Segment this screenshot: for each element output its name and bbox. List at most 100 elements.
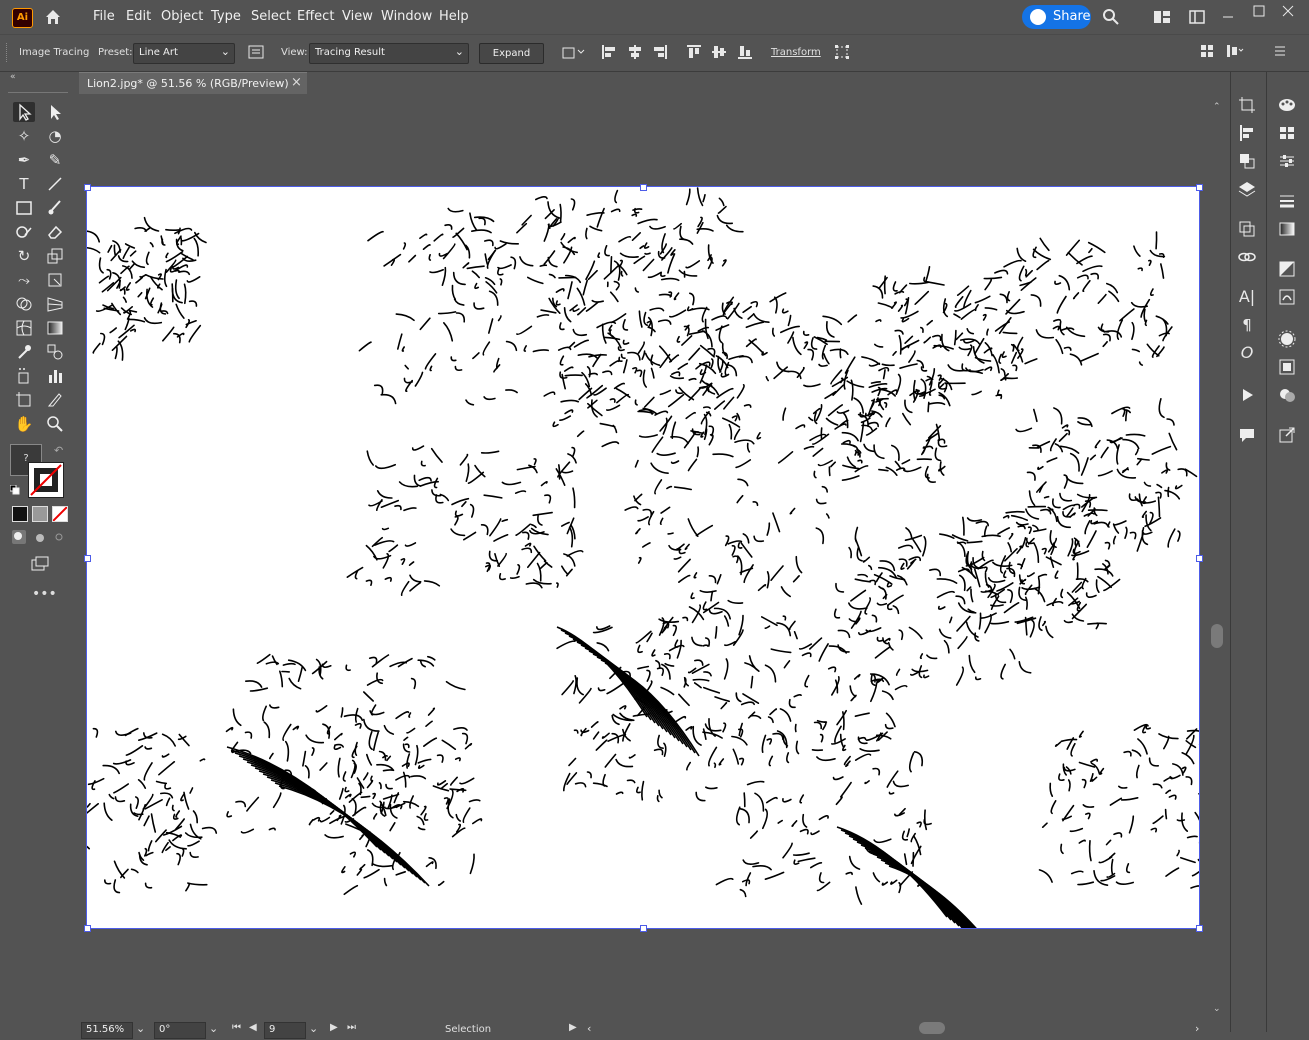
scroll-left-icon[interactable]: ‹ bbox=[587, 1022, 591, 1035]
previous-artboard-icon[interactable]: ◀ bbox=[249, 1022, 257, 1033]
gradient-tool-icon[interactable] bbox=[44, 318, 66, 338]
scale-tool-icon[interactable] bbox=[44, 246, 66, 266]
preset-dropdown[interactable]: Line Art ⌄ bbox=[133, 43, 235, 64]
selection-handle[interactable] bbox=[84, 555, 91, 562]
width-tool-icon[interactable]: ⤳ bbox=[13, 270, 35, 290]
rectangle-tool-icon[interactable] bbox=[13, 198, 35, 218]
paintbrush-tool-icon[interactable] bbox=[44, 198, 66, 218]
selection-handle[interactable] bbox=[1196, 925, 1203, 932]
slice-tool-icon[interactable] bbox=[44, 390, 66, 410]
menu-effect[interactable]: Effect bbox=[297, 9, 334, 24]
menu-select[interactable]: Select bbox=[251, 9, 291, 24]
view-dropdown[interactable]: Tracing Result ⌄ bbox=[309, 43, 469, 64]
artboard[interactable] bbox=[86, 186, 1200, 929]
symbols-panel-icon[interactable] bbox=[1277, 386, 1297, 404]
document-tab[interactable]: Lion2.jpg* @ 51.56 % (RGB/Preview) × bbox=[79, 72, 307, 95]
arrange-documents-icon[interactable] bbox=[1153, 10, 1171, 24]
artboard-number-field[interactable]: 9 bbox=[264, 1022, 306, 1039]
vertical-scrollbar[interactable]: ⌃ ⌄ bbox=[1210, 100, 1224, 1020]
artboards-panel-icon[interactable] bbox=[1237, 96, 1257, 114]
shaper-tool-icon[interactable] bbox=[13, 222, 35, 242]
symbol-sprayer-tool-icon[interactable] bbox=[13, 366, 35, 386]
free-transform-tool-icon[interactable] bbox=[44, 270, 66, 290]
workspace-icon[interactable] bbox=[1189, 10, 1205, 24]
hand-tool-icon[interactable]: ✋ bbox=[13, 414, 35, 434]
comments-panel-icon[interactable] bbox=[1237, 426, 1257, 444]
swap-fill-stroke-icon[interactable]: ↶ bbox=[54, 444, 63, 457]
opentype-panel-icon[interactable]: O bbox=[1237, 344, 1257, 362]
links-panel-icon[interactable] bbox=[1237, 248, 1257, 266]
graphic-styles-panel-icon[interactable] bbox=[1277, 358, 1297, 376]
selection-handle[interactable] bbox=[1196, 184, 1203, 191]
pathfinder-panel-icon[interactable] bbox=[1237, 152, 1257, 170]
close-tab-icon[interactable]: × bbox=[291, 75, 302, 90]
gradient-mode-icon[interactable] bbox=[32, 506, 48, 522]
eyedropper-tool-icon[interactable] bbox=[13, 342, 35, 362]
scroll-up-icon[interactable]: ⌃ bbox=[1213, 102, 1221, 112]
color-guide-panel-icon[interactable] bbox=[1277, 96, 1297, 114]
align-right-icon[interactable] bbox=[652, 44, 668, 60]
scroll-right-icon[interactable]: › bbox=[1195, 1022, 1199, 1035]
screen-mode-icon[interactable] bbox=[30, 556, 50, 572]
eraser-tool-icon[interactable] bbox=[44, 222, 66, 242]
align-center-icon[interactable] bbox=[627, 44, 643, 60]
selection-tool-icon[interactable] bbox=[13, 102, 35, 122]
default-colors-icon[interactable] bbox=[9, 484, 20, 495]
tracing-panel-icon[interactable] bbox=[248, 44, 264, 60]
align-panel-icon[interactable] bbox=[1237, 124, 1257, 142]
color-mode-icon[interactable] bbox=[12, 506, 28, 522]
swatches-panel-icon[interactable] bbox=[1277, 124, 1297, 142]
transform-panel-icon[interactable] bbox=[1237, 220, 1257, 238]
stroke-swatch[interactable] bbox=[28, 462, 64, 498]
image-tracing-panel-link[interactable]: Image Tracing bbox=[19, 47, 89, 58]
selection-handle[interactable] bbox=[640, 925, 647, 932]
selection-handle[interactable] bbox=[84, 184, 91, 191]
menu-window[interactable]: Window bbox=[381, 9, 432, 24]
rotate-tool-icon[interactable]: ↻ bbox=[13, 246, 35, 266]
shape-builder-tool-icon[interactable] bbox=[13, 294, 35, 314]
layers-panel-icon[interactable] bbox=[1237, 180, 1257, 198]
isolate-icon[interactable] bbox=[834, 44, 850, 60]
character-panel-icon[interactable]: A| bbox=[1237, 288, 1257, 306]
menu-object[interactable]: Object bbox=[161, 9, 203, 24]
tracing-result-artwork[interactable] bbox=[87, 187, 1200, 929]
menu-view[interactable]: View bbox=[342, 9, 373, 24]
maximize-icon[interactable] bbox=[1253, 5, 1265, 17]
menu-help[interactable]: Help bbox=[439, 9, 469, 24]
minimize-icon[interactable] bbox=[1222, 9, 1234, 21]
perspective-grid-tool-icon[interactable] bbox=[44, 294, 66, 314]
scroll-down-icon[interactable]: ⌄ bbox=[1213, 1004, 1221, 1014]
align-top-icon[interactable] bbox=[686, 44, 702, 60]
menu-file[interactable]: File bbox=[93, 9, 115, 24]
first-artboard-icon[interactable]: ⏮ bbox=[232, 1022, 241, 1033]
appearance-panel-icon[interactable] bbox=[1277, 330, 1297, 348]
align-bottom-icon[interactable] bbox=[737, 44, 753, 60]
draw-behind-icon[interactable] bbox=[32, 530, 46, 544]
chevron-down-icon[interactable]: ⌄ bbox=[309, 1022, 318, 1035]
line-segment-tool-icon[interactable] bbox=[44, 174, 66, 194]
lasso-tool-icon[interactable]: ◔ bbox=[44, 126, 66, 146]
draw-normal-icon[interactable] bbox=[12, 530, 26, 544]
chevron-down-icon[interactable]: ⌄ bbox=[209, 1022, 218, 1035]
collapse-left-icon[interactable]: « bbox=[10, 72, 16, 82]
gradient-panel-icon[interactable] bbox=[1277, 220, 1297, 238]
last-artboard-icon[interactable]: ⏭ bbox=[347, 1022, 356, 1033]
vertical-scroll-thumb[interactable] bbox=[1211, 624, 1223, 648]
none-mode-icon[interactable] bbox=[52, 506, 68, 522]
menu-type[interactable]: Type bbox=[211, 9, 241, 24]
actions-panel-icon[interactable] bbox=[1237, 386, 1257, 404]
expand-button[interactable]: Expand bbox=[479, 43, 544, 64]
draw-inside-icon[interactable] bbox=[52, 530, 66, 544]
horizontal-scroll-thumb[interactable] bbox=[919, 1022, 945, 1034]
search-icon[interactable] bbox=[1102, 8, 1120, 26]
blend-tool-icon[interactable] bbox=[44, 342, 66, 362]
zoom-tool-icon[interactable] bbox=[44, 414, 66, 434]
magic-wand-tool-icon[interactable]: ✧ bbox=[13, 126, 35, 146]
transparency-panel-icon[interactable] bbox=[1277, 260, 1297, 278]
type-tool-icon[interactable]: T bbox=[13, 174, 35, 194]
stroke-panel-icon[interactable] bbox=[1277, 192, 1297, 210]
column-graph-tool-icon[interactable] bbox=[44, 366, 66, 386]
next-artboard-icon[interactable]: ▶ bbox=[330, 1022, 338, 1033]
share-button[interactable]: Share bbox=[1022, 5, 1091, 29]
status-menu-icon[interactable]: ▶ bbox=[569, 1022, 577, 1033]
